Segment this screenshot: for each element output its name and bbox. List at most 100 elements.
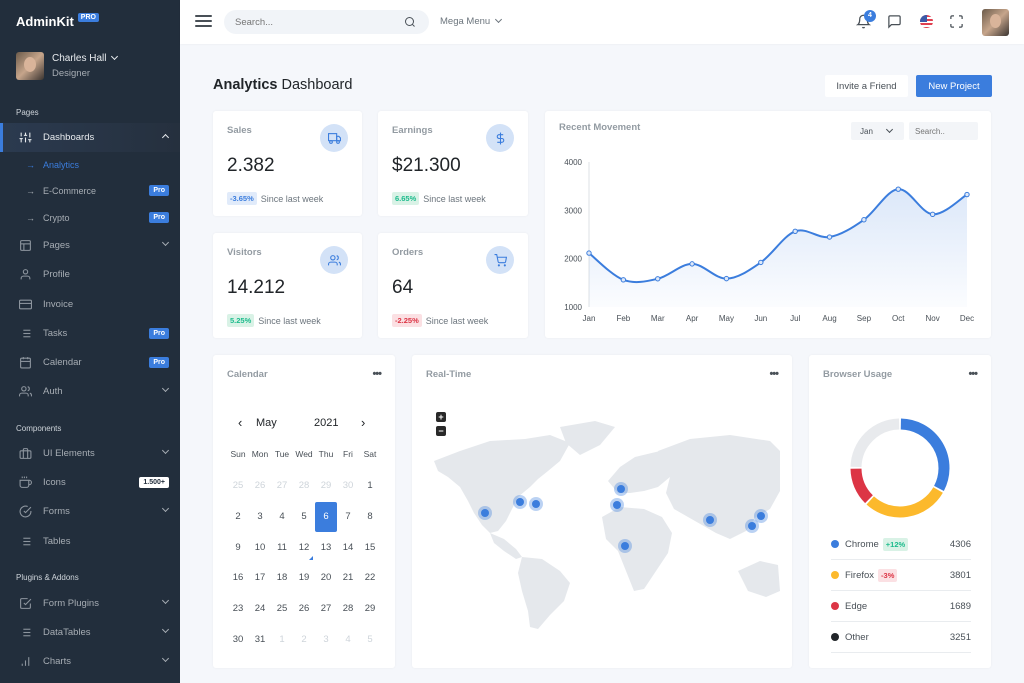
sidebar-item-icons[interactable]: Icons 1.500+ xyxy=(0,468,180,497)
calendar-day[interactable]: 10 xyxy=(249,533,271,563)
calendar-day[interactable]: 20 xyxy=(315,563,337,593)
data-point-aug[interactable] xyxy=(826,234,833,240)
sidebar-item-form-plugins[interactable]: Form Plugins xyxy=(0,589,180,618)
more-options-icon[interactable]: ••• xyxy=(968,368,978,380)
calendar-day[interactable]: 16 xyxy=(227,563,249,593)
calendar-day[interactable]: 5 xyxy=(293,502,315,532)
calendar-day[interactable]: 30 xyxy=(337,471,359,501)
user-avatar[interactable] xyxy=(982,9,1009,36)
data-point-oct[interactable] xyxy=(895,186,901,192)
map-marker[interactable] xyxy=(703,513,717,527)
data-point-feb[interactable] xyxy=(620,277,627,283)
calendar-day[interactable]: 2 xyxy=(293,625,315,655)
calendar-day[interactable]: 27 xyxy=(271,471,293,501)
calendar-day[interactable]: 9 xyxy=(227,533,249,563)
prev-month-button[interactable]: ‹ xyxy=(238,415,242,430)
calendar-day[interactable]: 12 xyxy=(293,533,315,563)
data-point-mar[interactable] xyxy=(655,276,661,282)
calendar-day[interactable]: 4 xyxy=(337,625,359,655)
map-marker[interactable] xyxy=(614,482,628,496)
calendar-day[interactable]: 28 xyxy=(293,471,315,501)
user-profile[interactable]: Charles Hall Designer xyxy=(16,52,119,80)
sidebar-item-tasks[interactable]: Tasks Pro xyxy=(0,319,180,348)
sidebar-subitem-ecommerce[interactable]: → E-Commerce Pro xyxy=(0,177,180,204)
map-marker[interactable] xyxy=(754,509,768,523)
calendar-day[interactable]: 19 xyxy=(293,563,315,593)
calendar-day[interactable]: 26 xyxy=(249,471,271,501)
map-marker[interactable] xyxy=(618,539,632,553)
calendar-day[interactable]: 11 xyxy=(271,533,293,563)
sidebar-item-charts[interactable]: Charts xyxy=(0,647,180,676)
calendar-day[interactable]: 1 xyxy=(271,625,293,655)
calendar-day[interactable]: 4 xyxy=(271,502,293,532)
sidebar-item-invoice[interactable]: Invoice xyxy=(0,290,180,319)
calendar-day[interactable]: 3 xyxy=(249,502,271,532)
calendar-day[interactable]: 23 xyxy=(227,594,249,624)
calendar-day[interactable]: 25 xyxy=(227,471,249,501)
calendar-day[interactable]: 14 xyxy=(337,533,359,563)
mega-menu-dropdown[interactable]: Mega Menu xyxy=(440,15,503,27)
data-point-jun[interactable] xyxy=(758,259,764,266)
map-marker[interactable] xyxy=(529,497,543,511)
more-options-icon[interactable]: ••• xyxy=(769,368,779,380)
calendar-day[interactable]: 28 xyxy=(337,594,359,624)
next-month-button[interactable]: › xyxy=(361,415,365,430)
sidebar-item-tables[interactable]: Tables xyxy=(0,527,180,556)
donut-slice-chrome[interactable] xyxy=(900,418,950,491)
brand-logo[interactable]: AdminKit PRO xyxy=(16,13,99,29)
donut-slice-firefox[interactable] xyxy=(866,487,943,518)
data-point-jul[interactable] xyxy=(792,228,798,235)
data-point-dec[interactable] xyxy=(964,191,970,198)
sidebar-item-calendar[interactable]: Calendar Pro xyxy=(0,348,180,377)
calendar-day[interactable]: 8 xyxy=(359,502,381,532)
calendar-day[interactable]: 27 xyxy=(315,594,337,624)
calendar-day[interactable]: 22 xyxy=(359,563,381,593)
search-input[interactable] xyxy=(224,10,429,34)
calendar-day[interactable]: 31 xyxy=(249,625,271,655)
calendar-day[interactable]: 24 xyxy=(249,594,271,624)
data-point-jan[interactable] xyxy=(586,250,592,256)
calendar-day[interactable]: 15 xyxy=(359,533,381,563)
calendar-day[interactable]: 6 xyxy=(315,501,337,532)
calendar-day[interactable]: 29 xyxy=(315,471,337,501)
calendar-day[interactable]: 1 xyxy=(359,471,381,501)
calendar-day[interactable]: 29 xyxy=(359,594,381,624)
sidebar-item-datatables[interactable]: DataTables xyxy=(0,618,180,647)
data-point-may[interactable] xyxy=(723,275,730,282)
calendar-day[interactable]: 26 xyxy=(293,594,315,624)
calendar-day[interactable]: 21 xyxy=(337,563,359,593)
donut-slice-other[interactable] xyxy=(850,418,900,468)
calendar-day[interactable]: 3 xyxy=(315,625,337,655)
calendar-day[interactable]: 30 xyxy=(227,625,249,655)
calendar-day[interactable]: 17 xyxy=(249,563,271,593)
us-flag-icon[interactable] xyxy=(920,15,933,28)
world-map[interactable] xyxy=(430,421,780,631)
sidebar-item-dashboards[interactable]: Dashboards xyxy=(0,123,180,152)
sidebar-item-ui-elements[interactable]: UI Elements xyxy=(0,439,180,468)
data-point-sep[interactable] xyxy=(861,217,867,223)
hamburger-menu-icon[interactable] xyxy=(195,15,212,27)
sidebar-item-pages[interactable]: Pages xyxy=(0,231,180,260)
search-icon[interactable] xyxy=(404,16,416,28)
data-point-apr[interactable] xyxy=(689,261,695,267)
data-point-nov[interactable] xyxy=(929,211,936,218)
fullscreen-icon[interactable] xyxy=(949,14,964,29)
invite-friend-button[interactable]: Invite a Friend xyxy=(825,75,908,97)
message-square-icon[interactable] xyxy=(887,14,902,29)
calendar-day[interactable]: 2 xyxy=(227,502,249,532)
donut-slice-edge[interactable] xyxy=(850,468,874,504)
map-marker[interactable] xyxy=(610,498,624,512)
map-marker[interactable] xyxy=(478,506,492,520)
more-options-icon[interactable]: ••• xyxy=(372,368,382,380)
calendar-day[interactable]: 5 xyxy=(359,625,381,655)
map-marker[interactable] xyxy=(513,495,527,509)
sidebar-item-forms[interactable]: Forms xyxy=(0,497,180,526)
sidebar-subitem-crypto[interactable]: → Crypto Pro xyxy=(0,204,180,231)
sidebar-item-profile[interactable]: Profile xyxy=(0,260,180,289)
sidebar-item-auth[interactable]: Auth xyxy=(0,377,180,406)
new-project-button[interactable]: New Project xyxy=(916,75,992,97)
calendar-day[interactable]: 7 xyxy=(337,502,359,532)
calendar-day[interactable]: 25 xyxy=(271,594,293,624)
calendar-day[interactable]: 18 xyxy=(271,563,293,593)
calendar-day[interactable]: 13 xyxy=(315,533,337,563)
